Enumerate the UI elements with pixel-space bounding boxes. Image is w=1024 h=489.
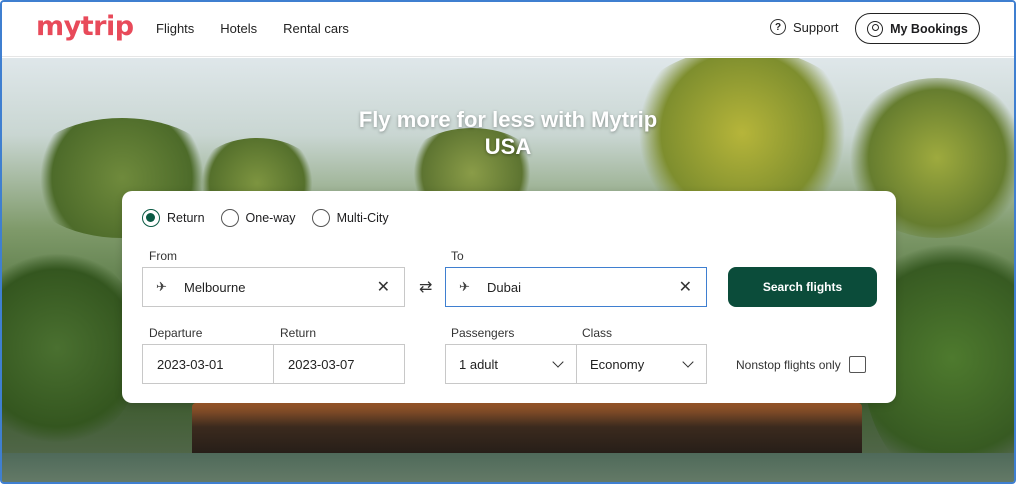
plane-landing-icon: ✈	[459, 279, 470, 294]
support-link[interactable]: ? Support	[770, 19, 839, 35]
swap-icon[interactable]: ⇄	[419, 277, 432, 297]
my-bookings-button[interactable]: My Bookings	[855, 13, 980, 44]
radio-icon[interactable]	[220, 209, 239, 227]
help-icon: ?	[770, 19, 786, 35]
water-decoration	[2, 453, 1014, 482]
departure-label: Departure	[149, 326, 203, 340]
search-flights-button[interactable]: Search flights	[728, 267, 877, 307]
trip-type-multi-city-label: Multi-City	[336, 211, 389, 225]
passengers-value: 1 adult	[459, 356, 499, 372]
to-value: Dubai	[487, 279, 521, 295]
to-label: To	[451, 249, 464, 263]
user-icon	[867, 20, 884, 37]
departure-value: 2023-03-01	[157, 356, 224, 372]
radio-checked-icon[interactable]	[142, 209, 160, 227]
chevron-down-icon	[682, 356, 694, 368]
nonstop-label: Nonstop flights only	[736, 357, 841, 372]
trip-type-multi-city[interactable]: Multi-City	[311, 209, 389, 227]
trip-type-return-label: Return	[167, 211, 205, 225]
trip-type-return[interactable]: Return	[142, 209, 205, 227]
close-icon[interactable]: ✕	[679, 277, 692, 297]
support-label: Support	[793, 19, 839, 35]
my-bookings-label: My Bookings	[890, 21, 968, 36]
foliage-decoration	[2, 248, 142, 448]
nav-hotels[interactable]: Hotels	[220, 21, 257, 36]
passengers-select[interactable]: 1 adult	[445, 344, 577, 384]
nav-flights[interactable]: Flights	[156, 21, 194, 36]
class-select[interactable]: Economy	[576, 344, 707, 384]
site-header: mytrip Flights Hotels Rental cars ? Supp…	[2, 2, 1014, 57]
mytrip-logo[interactable]: mytrip	[36, 11, 134, 42]
class-value: Economy	[590, 356, 645, 372]
radio-icon[interactable]	[311, 209, 330, 227]
nonstop-filter[interactable]: Nonstop flights only	[736, 356, 866, 373]
trip-type-selector: Return One-way Multi-City	[142, 209, 389, 227]
return-value: 2023-03-07	[288, 356, 355, 372]
from-field[interactable]: ✈ Melbourne ✕	[142, 267, 405, 307]
class-label: Class	[582, 326, 613, 340]
to-field[interactable]: ✈ Dubai ✕	[445, 267, 707, 307]
flight-search-card: Return One-way Multi-City From ✈ Melbour…	[122, 191, 896, 403]
browser-frame: mytrip Flights Hotels Rental cars ? Supp…	[0, 0, 1016, 484]
hero-title-line-2: USA	[484, 134, 532, 159]
nonstop-checkbox[interactable]	[848, 356, 866, 373]
main-nav: Flights Hotels Rental cars	[156, 21, 349, 36]
return-label: Return	[280, 326, 317, 340]
passengers-label: Passengers	[451, 326, 515, 340]
chevron-down-icon	[552, 356, 564, 368]
plane-takeoff-icon: ✈	[156, 279, 167, 294]
from-label: From	[149, 249, 177, 263]
return-date-field[interactable]: 2023-03-07	[273, 344, 405, 384]
hero-title: Fly more for less with Mytrip USA	[2, 106, 1014, 160]
close-icon[interactable]: ✕	[377, 277, 390, 297]
trip-type-one-way-label: One-way	[245, 211, 296, 225]
departure-date-field[interactable]: 2023-03-01	[142, 344, 274, 384]
hero-title-line-1: Fly more for less with Mytrip	[358, 107, 658, 132]
from-value: Melbourne	[184, 279, 246, 295]
nav-rental-cars[interactable]: Rental cars	[283, 21, 349, 36]
trip-type-one-way[interactable]: One-way	[220, 209, 296, 227]
